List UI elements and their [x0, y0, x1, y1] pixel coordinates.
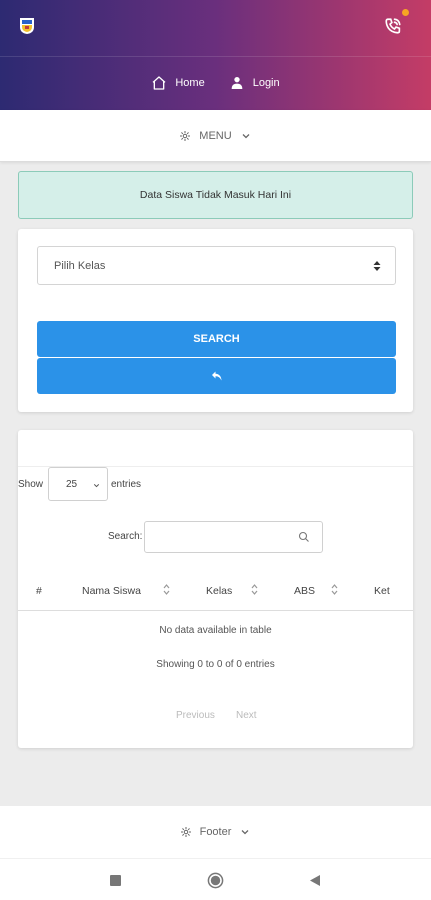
footer-label: Footer — [199, 826, 232, 838]
app-header: Home Login — [0, 0, 431, 110]
nav-home[interactable]: Home — [151, 75, 205, 91]
class-select-value: Pilih Kelas — [54, 260, 106, 272]
home-circle-icon[interactable] — [207, 872, 224, 889]
table-card: Show 25 entries Search: # Nama Siswa Kel… — [18, 430, 413, 748]
page-length-value: 25 — [66, 479, 78, 490]
filter-card: Pilih Kelas SEARCH — [18, 229, 413, 412]
chevron-down-icon — [93, 484, 100, 488]
menu-label: MENU — [199, 129, 232, 142]
phone-call-icon[interactable] — [384, 17, 402, 35]
search-input[interactable] — [144, 521, 323, 553]
gear-icon — [180, 130, 191, 141]
menu-toggle[interactable]: MENU — [0, 110, 431, 162]
pagination-previous[interactable]: Previous — [176, 710, 215, 721]
show-label: Show — [18, 479, 44, 490]
undo-arrow-icon — [211, 371, 221, 381]
info-alert: Data Siswa Tidak Masuk Hari Ini — [18, 171, 413, 219]
back-button[interactable] — [37, 358, 396, 394]
column-header-abs[interactable]: ABS — [294, 585, 315, 597]
footer-toggle[interactable]: Footer — [0, 806, 431, 858]
select-sort-icon — [373, 261, 381, 271]
column-header-number[interactable]: # — [36, 585, 42, 597]
nav-home-label: Home — [175, 77, 205, 89]
sort-icon[interactable] — [251, 583, 258, 596]
header-divider — [0, 56, 431, 57]
school-crest-icon[interactable] — [19, 17, 35, 35]
sort-icon[interactable] — [163, 583, 170, 596]
back-triangle-icon[interactable] — [309, 874, 321, 887]
recent-apps-icon[interactable] — [110, 875, 121, 886]
column-header-kelas[interactable]: Kelas — [206, 585, 232, 597]
entries-label: entries — [111, 479, 142, 490]
nav-login[interactable]: Login — [229, 75, 280, 91]
empty-table-message: No data available in table — [159, 625, 272, 636]
column-header-nama-siswa[interactable]: Nama Siswa — [82, 585, 141, 597]
search-button[interactable]: SEARCH — [37, 321, 396, 357]
sort-icon[interactable] — [331, 583, 338, 596]
table-info: Showing 0 to 0 of 0 entries — [156, 659, 275, 670]
search-button-label: SEARCH — [193, 333, 240, 345]
search-label: Search: — [108, 531, 143, 542]
chevron-down-icon — [242, 133, 250, 138]
top-nav: Home Login — [0, 70, 431, 96]
chevron-down-icon — [241, 830, 249, 835]
pagination-next[interactable]: Next — [236, 710, 257, 721]
column-header-ket[interactable]: Ket — [374, 585, 390, 597]
page-length-select[interactable]: 25 — [48, 467, 108, 501]
table-header-divider — [18, 610, 413, 611]
home-icon — [152, 76, 166, 90]
user-login-icon — [231, 77, 243, 89]
alert-text: Data Siswa Tidak Masuk Hari Ini — [139, 189, 292, 201]
gear-icon — [180, 827, 191, 837]
nav-login-label: Login — [252, 77, 280, 89]
notification-dot — [402, 9, 409, 16]
search-icon — [298, 531, 309, 542]
system-navigation-bar — [0, 858, 431, 900]
class-select[interactable]: Pilih Kelas — [37, 246, 396, 285]
